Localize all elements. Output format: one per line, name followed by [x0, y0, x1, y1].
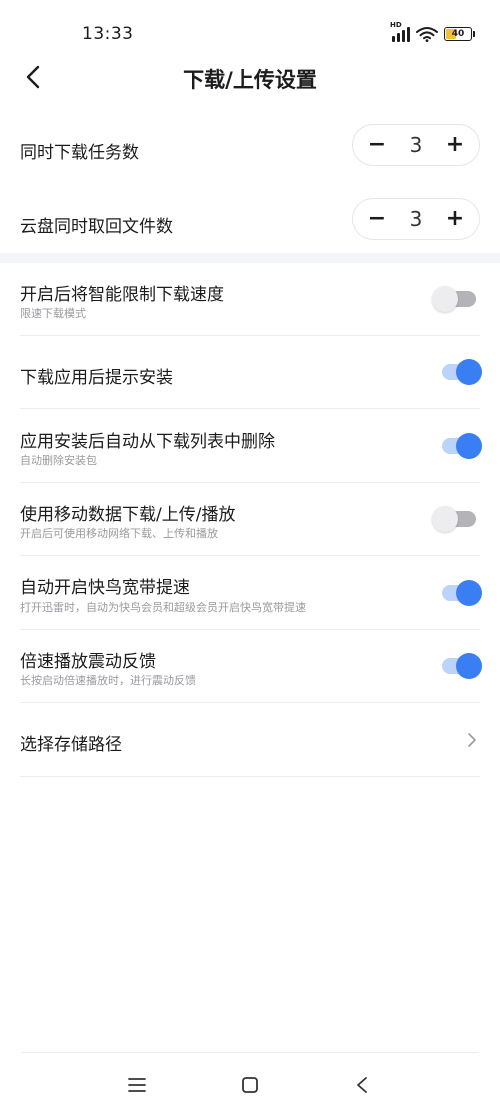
- stepper-label: 云盘同时取回文件数: [20, 217, 173, 237]
- cellular-signal-icon: HD: [390, 21, 410, 42]
- battery-level: 40: [451, 28, 465, 39]
- toggle-knob: [432, 506, 458, 532]
- toggle-knob: [456, 580, 482, 606]
- stepper-value: 3: [409, 133, 423, 157]
- toggle-knob: [456, 359, 482, 385]
- toggle-knob: [456, 433, 482, 459]
- setting-row-speed-limit[interactable]: 开启后将智能限制下载速度 限速下载模式: [20, 263, 480, 336]
- stepper-row-cloud-retrieve: 云盘同时取回文件数 − 3 +: [0, 188, 500, 262]
- system-back-button[interactable]: [347, 1070, 377, 1100]
- page-title: 下载/上传设置: [183, 68, 317, 92]
- toggle-knob: [456, 653, 482, 679]
- stepper-row-download-tasks: 同时下载任务数 − 3 +: [0, 114, 500, 188]
- setting-title: 选择存储路径: [20, 735, 122, 755]
- stepper-value: 3: [409, 207, 423, 231]
- toggle-knob: [432, 286, 458, 312]
- cloud-retrieve-stepper: − 3 +: [352, 198, 480, 240]
- wifi-icon: [416, 27, 438, 42]
- vibration-feedback-toggle[interactable]: [442, 653, 482, 679]
- status-bar: 13:33 HD 40: [0, 0, 500, 64]
- setting-subtitle: 自动删除安装包: [20, 454, 97, 467]
- setting-row-auto-delete[interactable]: 应用安装后自动从下载列表中删除 自动删除安装包: [20, 409, 482, 483]
- setting-subtitle: 限速下载模式: [20, 307, 86, 320]
- auto-delete-toggle[interactable]: [442, 433, 482, 459]
- system-navbar: [0, 1052, 500, 1111]
- setting-row-vibration-feedback[interactable]: 倍速播放震动反馈 长按启动倍速播放时，进行震动反馈: [20, 630, 482, 703]
- setting-title: 下载应用后提示安装: [20, 368, 173, 388]
- back-triangle-icon: [357, 1077, 367, 1093]
- menu-icon: [128, 1078, 146, 1092]
- chevron-right-icon: [468, 733, 476, 747]
- status-time: 13:33: [82, 24, 134, 44]
- mobile-data-toggle[interactable]: [432, 506, 476, 532]
- recent-apps-button[interactable]: [122, 1070, 152, 1100]
- setting-subtitle: 打开迅雷时，自动为快鸟会员和超级会员开启快鸟宽带提速: [20, 601, 306, 614]
- setting-title: 开启后将智能限制下载速度: [20, 285, 224, 305]
- decrement-button[interactable]: −: [365, 207, 389, 231]
- home-button[interactable]: [235, 1070, 265, 1100]
- setting-subtitle: 开启后可使用移动网络下载、上传和播放: [20, 527, 218, 540]
- increment-button[interactable]: +: [443, 207, 467, 231]
- setting-title: 自动开启快鸟宽带提速: [20, 578, 190, 598]
- header: 下载/上传设置: [0, 56, 500, 100]
- setting-row-install-prompt[interactable]: 下载应用后提示安装: [20, 336, 482, 409]
- setting-title: 应用安装后自动从下载列表中删除: [20, 432, 275, 452]
- stepper-label: 同时下载任务数: [20, 143, 139, 163]
- section-divider: [0, 253, 500, 263]
- setting-title: 倍速播放震动反馈: [20, 652, 156, 672]
- navbar-divider: [22, 1052, 478, 1053]
- speed-limit-toggle[interactable]: [432, 286, 476, 312]
- broadband-boost-toggle[interactable]: [442, 580, 482, 606]
- decrement-button[interactable]: −: [365, 133, 389, 157]
- increment-button[interactable]: +: [443, 133, 467, 157]
- network-type-label: HD: [390, 21, 402, 29]
- status-icons: HD 40: [390, 21, 475, 42]
- setting-row-mobile-data[interactable]: 使用移动数据下载/上传/播放 开启后可使用移动网络下载、上传和播放: [20, 483, 480, 556]
- setting-row-storage-path[interactable]: 选择存储路径: [20, 703, 480, 777]
- setting-title: 使用移动数据下载/上传/播放: [20, 505, 236, 525]
- download-tasks-stepper: − 3 +: [352, 124, 480, 166]
- setting-subtitle: 长按启动倍速播放时，进行震动反馈: [20, 674, 196, 687]
- install-prompt-toggle[interactable]: [442, 359, 482, 385]
- home-square-icon: [242, 1077, 258, 1093]
- battery-icon: 40: [444, 27, 475, 41]
- setting-row-broadband-boost[interactable]: 自动开启快鸟宽带提速 打开迅雷时，自动为快鸟会员和超级会员开启快鸟宽带提速: [20, 556, 482, 630]
